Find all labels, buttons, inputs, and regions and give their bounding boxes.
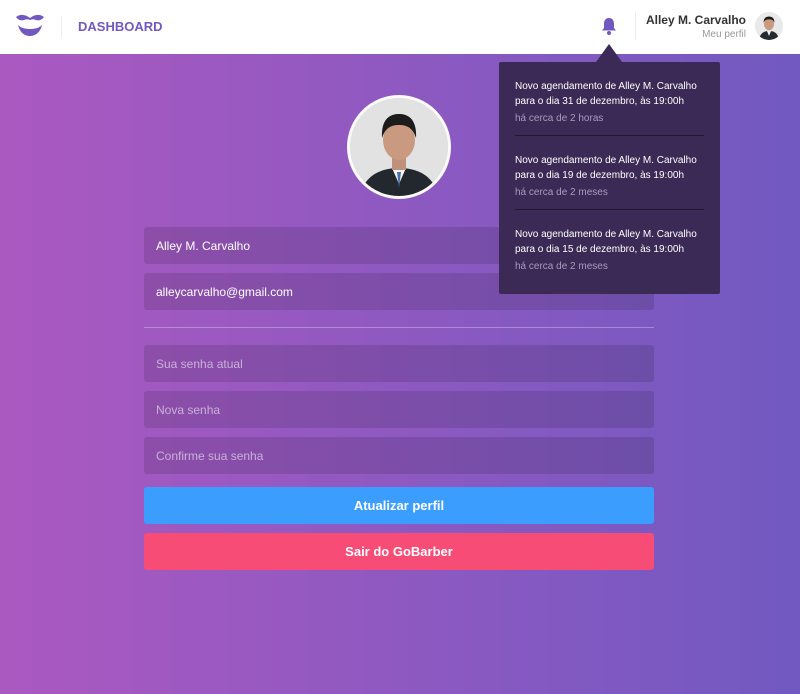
my-profile-link[interactable]: Meu perfil [702,29,746,40]
form-divider [144,327,654,328]
notification-time: há cerca de 2 meses [515,187,608,198]
notifications-popover: Novo agendamento de Alley M. Carvalho pa… [499,62,720,294]
notification-text: Novo agendamento de Alley M. Carvalho pa… [515,155,697,181]
notification-text: Novo agendamento de Alley M. Carvalho pa… [515,81,697,107]
nav-dashboard-link[interactable]: DASHBOARD [78,19,163,34]
notification-item[interactable]: Novo agendamento de Alley M. Carvalho pa… [515,62,704,136]
old-password-field[interactable] [144,345,654,382]
header: DASHBOARD Alley M. Carvalho Meu perfil [0,0,800,54]
notification-time: há cerca de 2 horas [515,113,604,124]
avatar[interactable] [755,12,783,40]
gobarber-logo-icon[interactable] [14,13,46,39]
profile-name: Alley M. Carvalho [645,13,746,27]
notifications-popover-arrow [596,44,622,62]
notification-item[interactable]: Novo agendamento de Alley M. Carvalho pa… [515,210,704,284]
notification-text: Novo agendamento de Alley M. Carvalho pa… [515,229,697,255]
header-divider [61,16,62,38]
notification-time: há cerca de 2 meses [515,261,608,272]
logout-button[interactable]: Sair do GoBarber [144,533,654,570]
new-password-field[interactable] [144,391,654,428]
header-divider [635,12,636,40]
update-profile-button[interactable]: Atualizar perfil [144,487,654,524]
profile-avatar[interactable] [347,95,451,199]
notification-item[interactable]: Novo agendamento de Alley M. Carvalho pa… [515,136,704,210]
confirm-password-field[interactable] [144,437,654,474]
notifications-bell-icon[interactable] [600,16,618,36]
